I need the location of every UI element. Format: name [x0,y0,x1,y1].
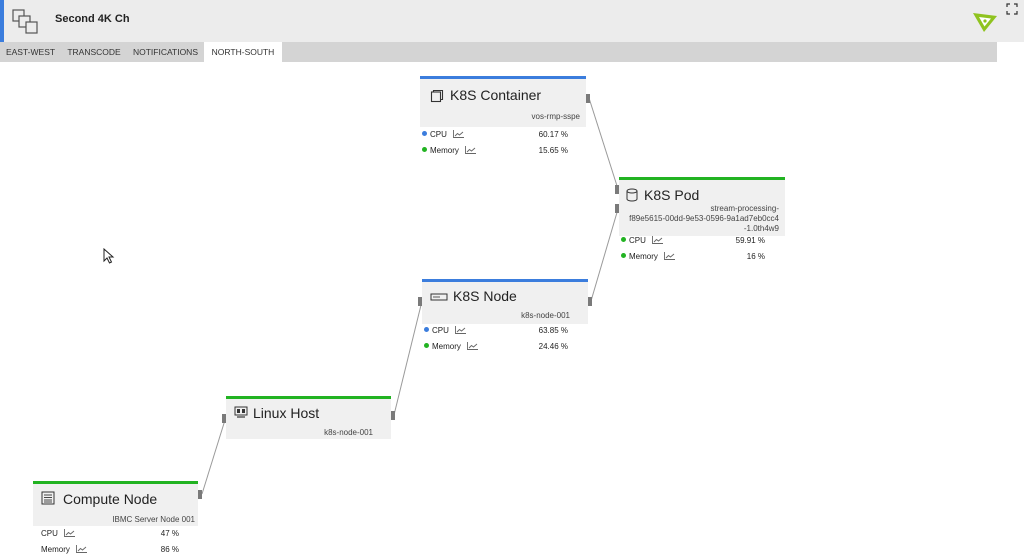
metric-value: 60.17 % [538,130,568,139]
node-header: K8S Pod stream-processing- f89e5615-00dd… [619,177,785,236]
connector-port [198,490,202,499]
metric-value: 24.46 % [538,342,568,351]
node-header: Compute Node IBMC Server Node 001 [33,481,198,526]
node-linux-host[interactable]: Linux Host k8s-node-001 [226,396,391,439]
header-bar: Second 4K Ch [0,0,1024,42]
metric-label: Memory [432,342,461,351]
tab-notifications[interactable]: NOTIFICATIONS [127,42,204,62]
metric-cpu: CPU [621,235,664,247]
trend-chart-icon[interactable] [76,545,88,553]
node-header: Linux Host k8s-node-001 [226,396,391,439]
metric-label: Memory [41,545,70,554]
metric-value: 59.91 % [735,236,765,245]
mouse-cursor-icon [103,248,115,264]
topology-icon [12,9,38,34]
connector-port [418,297,422,306]
subtitle-line: f89e5615-00dd-9e53-0596-9a1ad7eb0cc4 [629,214,779,223]
trend-chart-icon[interactable] [652,236,664,244]
connector-port [588,297,592,306]
metric-value: 86 % [160,545,179,554]
trend-chart-icon[interactable] [664,252,676,260]
metric-memory: Memory [621,251,676,263]
status-dot [621,237,626,242]
link-container-pod [588,97,619,190]
metric-value: 16 % [746,252,765,261]
metric-label: CPU [41,529,58,538]
node-title: K8S Pod [644,187,700,203]
page-title: Second 4K Ch [55,13,130,25]
subtitle-line: stream-processing- [710,204,779,213]
node-k8s-node[interactable]: K8S Node k8s-node-001 CPU 63.85 % Memory… [422,279,588,351]
node-k8s-container[interactable]: K8S Container vos-rmp-sspe CPU 60.17 % M… [420,76,586,155]
tab-north-south[interactable]: NORTH-SOUTH [204,42,282,62]
header-accent [0,0,4,42]
node-subtitle: stream-processing- f89e5615-00dd-9e53-05… [629,204,779,234]
compute-icon [41,491,55,505]
connector-port [586,94,590,103]
trend-chart-icon[interactable] [465,146,477,154]
status-dot [424,343,429,348]
linux-host-icon [234,406,248,418]
metric-cpu: CPU [422,129,465,141]
connector-port [615,185,619,194]
metric-label: Memory [430,146,459,155]
tab-east-west[interactable]: EAST-WEST [0,42,61,62]
status-dot [422,131,427,136]
link-compute-linuxhost [201,419,226,495]
node-title: Compute Node [63,491,158,507]
server-icon [430,293,448,301]
status-dot [621,253,626,258]
link-linuxhost-k8snode [393,300,423,416]
link-k8snode-pod [590,208,619,302]
tab-bar: EAST-WEST TRANSCODE NOTIFICATIONS NORTH-… [0,42,997,62]
node-compute[interactable]: Compute Node IBMC Server Node 001 CPU 47… [33,481,198,554]
trend-chart-icon[interactable] [453,130,465,138]
node-subtitle: k8s-node-001 [521,311,570,320]
trend-chart-icon[interactable] [455,326,467,334]
node-subtitle: k8s-node-001 [324,428,373,437]
node-subtitle: vos-rmp-sspe [531,112,580,121]
status-dot [422,147,427,152]
subtitle-line: -1.0th4w9 [743,224,779,233]
metric-label: Memory [629,252,658,261]
database-icon [626,188,638,202]
node-title: K8S Node [453,288,517,304]
connector-port [391,411,395,420]
metric-value: 15.65 % [538,146,568,155]
node-title: K8S Container [450,87,542,103]
node-subtitle: IBMC Server Node 001 [112,515,195,524]
metric-label: CPU [432,326,449,335]
metric-value: 47 % [160,529,179,538]
metric-label: CPU [430,130,447,139]
trend-chart-icon[interactable] [64,529,76,537]
status-dot [424,327,429,332]
connector-port [615,204,619,213]
metric-cpu: CPU [424,325,467,337]
node-k8s-pod[interactable]: K8S Pod stream-processing- f89e5615-00dd… [619,177,785,261]
connector-port [222,414,226,423]
node-header: K8S Node k8s-node-001 [422,279,588,324]
metric-value: 63.85 % [538,326,568,335]
metric-cpu: CPU [41,528,76,540]
metric-memory: Memory [41,544,88,556]
node-title: Linux Host [253,405,320,421]
node-header: K8S Container vos-rmp-sspe [420,76,586,127]
metric-memory: Memory [422,145,477,157]
trend-chart-icon[interactable] [467,342,479,350]
tab-transcode[interactable]: TRANSCODE [61,42,127,62]
metric-memory: Memory [424,341,479,353]
brand-logo [973,13,997,32]
container-icon [430,89,444,103]
metric-label: CPU [629,236,646,245]
expand-icon[interactable] [1005,2,1019,16]
